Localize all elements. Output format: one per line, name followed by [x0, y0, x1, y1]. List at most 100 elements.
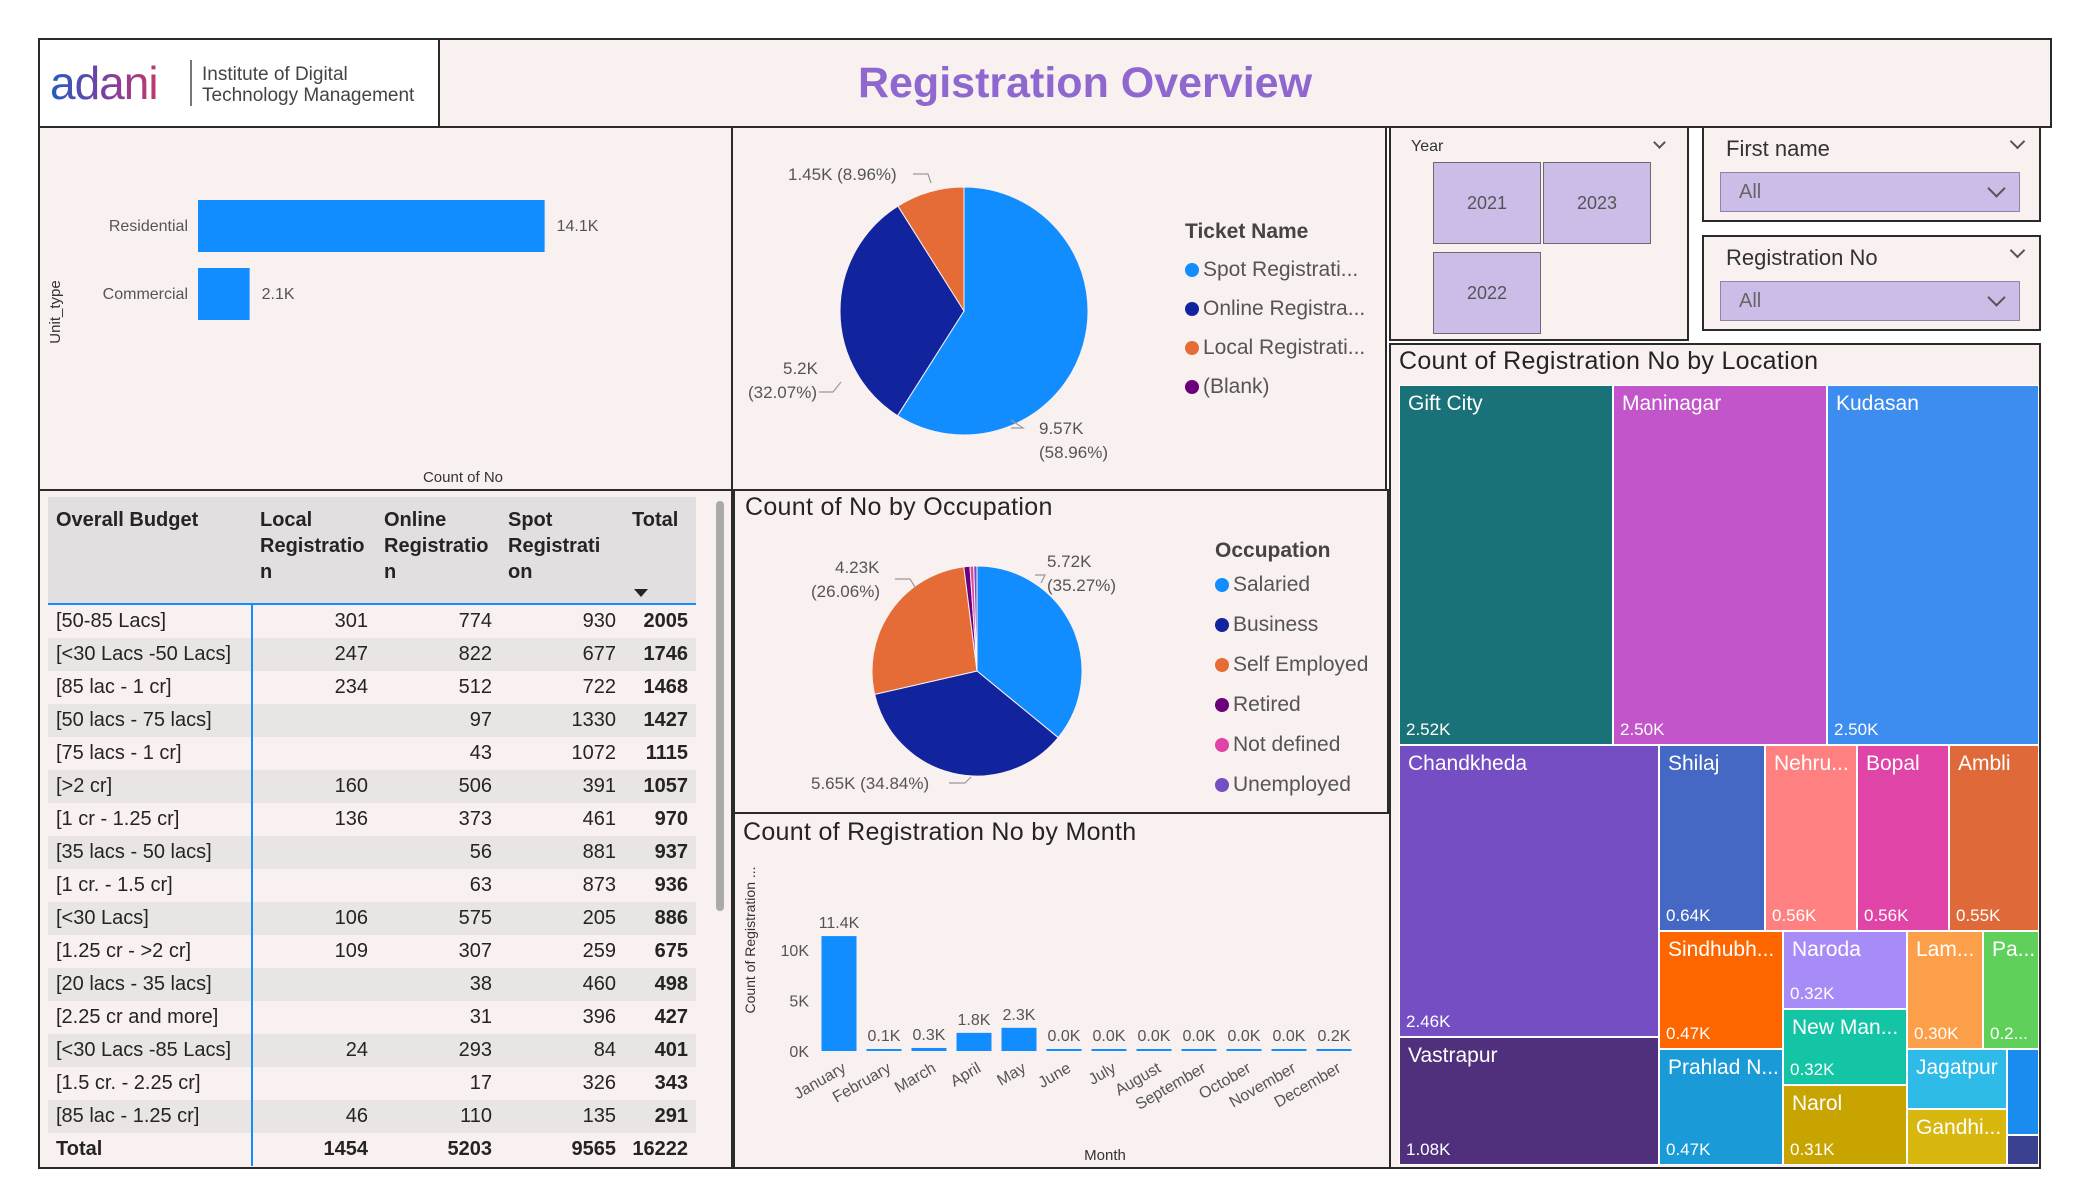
year-option-2022[interactable]: 2022: [1433, 252, 1541, 334]
table-row[interactable]: [2.25 cr and more] 31 396 427: [48, 1001, 696, 1034]
month-bar: [1136, 1049, 1172, 1051]
table-cell: 9565: [571, 1138, 617, 1160]
table-row[interactable]: [50-85 Lacs] 301 774 930 2005: [48, 604, 696, 638]
month-data-label: 2.3K: [1003, 1007, 1036, 1024]
table-cell: 886: [624, 902, 696, 935]
occupation-legend-item-not-defined[interactable]: Not defined: [1215, 725, 1385, 765]
table-cell: 56: [376, 836, 500, 869]
treemap-tile[interactable]: Naroda 0.32K: [1783, 931, 1907, 1009]
table-cell: 301: [334, 610, 368, 632]
budget-table-panel[interactable]: Overall Budget Local Registratio n Online R…: [38, 489, 733, 1169]
legend-label: Retired: [1233, 693, 1301, 716]
unit-type-bars: Residential 14.1K Commercial 2.1K: [103, 200, 599, 320]
ticket-pie-panel[interactable]: 1.45K (8.96%) 5.2K (32.07%) 9.57K (58.96…: [731, 126, 1387, 491]
registration-no-slicer-collapse-icon[interactable]: [2009, 242, 2026, 259]
treemap-tile[interactable]: Narol 0.31K: [1783, 1085, 1907, 1165]
treemap-tile[interactable]: Shilaj 0.64K: [1659, 745, 1765, 931]
unit-type-x-axis-label: Count of No: [423, 469, 503, 486]
treemap-tile[interactable]: [2007, 1049, 2039, 1135]
legend-label: Self Employed: [1233, 653, 1369, 676]
row-header-cell: [85 lac - 1 cr]: [48, 671, 253, 704]
occupation-legend-item-self-employed[interactable]: Self Employed: [1215, 645, 1385, 685]
treemap-tile[interactable]: Vastrapur 1.08K: [1399, 1037, 1659, 1165]
treemap-tile[interactable]: Gift City 2.52K: [1399, 385, 1613, 745]
table-cell: 506: [376, 770, 500, 803]
treemap-tile[interactable]: Prahlad N... 0.47K: [1659, 1049, 1783, 1165]
treemap-tile[interactable]: Maninagar 2.50K: [1613, 385, 1827, 745]
table-cell: 675: [654, 940, 688, 962]
registration-no-dropdown[interactable]: All: [1720, 281, 2020, 321]
treemap-tile[interactable]: Gandhi...: [1907, 1109, 2007, 1165]
unit-type-chart-panel[interactable]: Unit_type Count of No Residential 14.1K Co…: [38, 126, 733, 491]
table-row[interactable]: [50 lacs - 75 lacs] 97 1330 1427: [48, 704, 696, 737]
month-bar: [1316, 1048, 1352, 1051]
treemap-tile[interactable]: [2007, 1135, 2039, 1165]
ticket-legend-item-local[interactable]: Local Registrati...: [1185, 328, 1381, 367]
legend-dot-icon: [1215, 698, 1229, 712]
tile-value: 0.47K: [1666, 1140, 1711, 1159]
col-header-spot[interactable]: Spot Registrati on: [500, 497, 624, 604]
table-scrollbar[interactable]: [716, 501, 724, 911]
treemap-tile[interactable]: Nehru... 0.56K: [1765, 745, 1857, 931]
treemap-tile[interactable]: Lam... 0.30K: [1907, 931, 1983, 1049]
month-chart-panel[interactable]: Count of Registration No by Month Count …: [733, 812, 1391, 1169]
logo-divider: [190, 60, 192, 106]
occupation-legend-item-unemployed[interactable]: Unemployed: [1215, 765, 1385, 805]
ticket-legend-item-spot[interactable]: Spot Registrati...: [1185, 250, 1381, 289]
header-line: Registratio: [384, 535, 489, 557]
header-line: Local: [260, 509, 313, 531]
occupation-legend-item-business[interactable]: Business: [1215, 605, 1385, 645]
year-option-2023[interactable]: 2023: [1543, 162, 1651, 244]
logo-brand-text: adani: [50, 57, 159, 109]
table-row[interactable]: [>2 cr] 160 506 391 1057: [48, 770, 696, 803]
table-row[interactable]: [85 lac - 1 cr] 234 512 722 1468: [48, 671, 696, 704]
year-slicer-chevron-icon[interactable]: [1653, 136, 1666, 149]
col-header-local[interactable]: Local Registratio n: [252, 497, 376, 604]
month-bar: [1181, 1049, 1217, 1051]
table-row[interactable]: [1.25 cr - >2 cr] 109 307 259 675: [48, 935, 696, 968]
table-total-row[interactable]: Total 1454 5203 9565 16222: [48, 1133, 696, 1166]
table-row[interactable]: [1.5 cr. - 2.25 cr] 17 326 343: [48, 1067, 696, 1100]
table-row[interactable]: [<30 Lacs -50 Lacs] 247 822 677 1746: [48, 638, 696, 671]
col-header-total[interactable]: Total: [624, 497, 696, 604]
table-row[interactable]: [20 lacs - 35 lacs] 38 460 498: [48, 968, 696, 1001]
ticket-legend-item-blank[interactable]: (Blank): [1185, 367, 1381, 406]
unit-type-chart: Unit_type Count of No Residential 14.1K Co…: [47, 200, 599, 486]
treemap-tile[interactable]: Jagatpur: [1907, 1049, 2007, 1109]
occupation-pie-panel[interactable]: Count of No by Occupation 5.72K (35.27%)…: [733, 489, 1389, 814]
treemap-tile[interactable]: Ambli 0.55K: [1949, 745, 2039, 931]
treemap-tile[interactable]: Pa... 0.2...: [1983, 931, 2039, 1049]
ticket-legend-item-online[interactable]: Online Registra...: [1185, 289, 1381, 328]
first-name-slicer-collapse-icon[interactable]: [2009, 133, 2026, 150]
treemap-tile[interactable]: Chandkheda 2.46K: [1399, 745, 1659, 1037]
year-option-2021[interactable]: 2021: [1433, 162, 1541, 244]
month-tick-label: May: [994, 1060, 1029, 1090]
location-treemap-panel[interactable]: Count of Registration No by Location Gif…: [1389, 343, 2041, 1169]
treemap-tile[interactable]: Bopal 0.56K: [1857, 745, 1949, 931]
table-row[interactable]: [75 lacs - 1 cr] 43 1072 1115: [48, 737, 696, 770]
table-row[interactable]: [<30 Lacs] 106 575 205 886: [48, 902, 696, 935]
table-cell: [252, 836, 376, 869]
sort-desc-icon[interactable]: [634, 589, 648, 597]
first-name-dropdown[interactable]: All: [1720, 172, 2020, 212]
col-header-online[interactable]: Online Registratio n: [376, 497, 500, 604]
occupation-legend-item-retired[interactable]: Retired: [1215, 685, 1385, 725]
treemap-tile[interactable]: Sindhubh... 0.47K: [1659, 931, 1783, 1049]
table-cell: [252, 704, 376, 737]
table-row[interactable]: [1 cr - 1.25 cr] 136 373 461 970: [48, 803, 696, 836]
legend-dot-icon: [1215, 778, 1229, 792]
legend-label: Local Registrati...: [1203, 335, 1366, 359]
table-cell: 396: [582, 1006, 616, 1028]
table-row[interactable]: [35 lacs - 50 lacs] 56 881 937: [48, 836, 696, 869]
col-header-budget[interactable]: Overall Budget: [48, 497, 252, 604]
table-row[interactable]: [85 lac - 1.25 cr] 46 110 135 291: [48, 1100, 696, 1133]
table-row[interactable]: [1 cr. - 1.5 cr] 63 873 936: [48, 869, 696, 902]
treemap-tile[interactable]: New Man... 0.32K: [1783, 1009, 1907, 1085]
table-cell: 343: [654, 1072, 688, 1094]
tile-value: 1.08K: [1406, 1140, 1451, 1159]
logo-area: adani Institute of Digital Technology Ma…: [40, 40, 440, 126]
table-cell: 38: [376, 968, 500, 1001]
table-row[interactable]: [<30 Lacs -85 Lacs] 24 293 84 401: [48, 1034, 696, 1067]
occupation-legend-item-salaried[interactable]: Salaried: [1215, 565, 1385, 605]
treemap-tile[interactable]: Kudasan 2.50K: [1827, 385, 2039, 745]
